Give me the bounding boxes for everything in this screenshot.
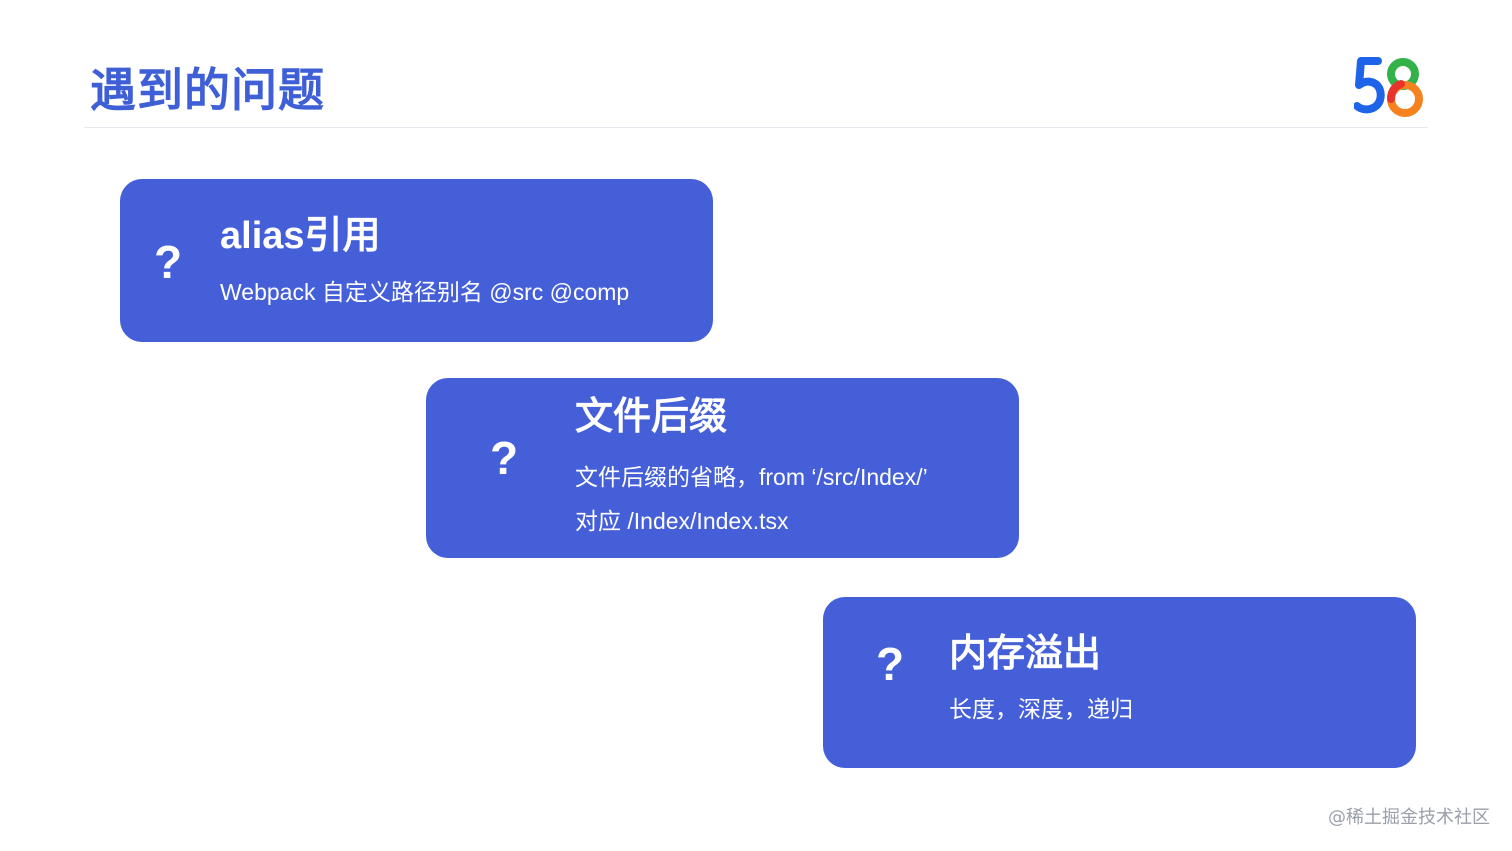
problem-card-alias: ? alias引用 Webpack 自定义路径别名 @src @comp (120, 179, 713, 342)
slide-title: 遇到的问题 (90, 64, 325, 116)
watermark: @稀土掘金技术社区 (1328, 807, 1490, 828)
question-mark-icon: ? (490, 432, 519, 484)
card-title: 内存溢出 (949, 633, 1102, 675)
title-divider (84, 127, 1428, 128)
card-description: 文件后缀的省略，from ‘/src/Index/’ (575, 464, 928, 490)
card-description: Webpack 自定义路径别名 @src @comp (220, 279, 630, 305)
card-title: 文件后缀 (575, 396, 728, 438)
card-description: 对应 /Index/Index.tsx (575, 508, 789, 534)
card-title: alias引用 (220, 215, 381, 257)
logo-digit-eight-accent (1387, 80, 1405, 103)
logo-digit-five (1354, 57, 1385, 114)
question-mark-icon: ? (876, 638, 905, 690)
problem-card-memory-overflow: ? 内存溢出 长度，深度，递归 (823, 597, 1416, 768)
card-description: 长度，深度，递归 (949, 696, 1133, 722)
brand-logo-58 (1354, 57, 1423, 117)
question-mark-icon: ? (154, 236, 183, 288)
problem-card-file-suffix: ? 文件后缀 文件后缀的省略，from ‘/src/Index/’ 对应 /In… (426, 378, 1019, 558)
